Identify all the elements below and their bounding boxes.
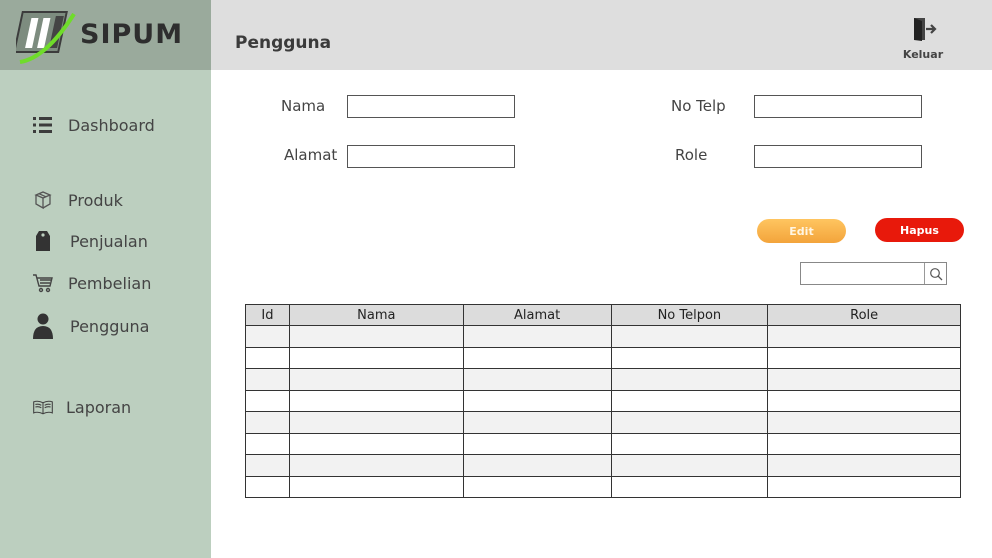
sidebar-item-label: Laporan: [66, 397, 132, 417]
table-row[interactable]: [245, 389, 961, 412]
table-header-row: Id Nama Alamat No Telpon Role: [245, 304, 961, 326]
page-title: Pengguna: [235, 33, 332, 53]
sidebar-item-label: Pengguna: [70, 316, 150, 336]
table-cell: [767, 325, 961, 348]
table-cell: [767, 389, 961, 412]
edit-button[interactable]: Edit: [757, 219, 846, 243]
table-cell: [462, 325, 612, 348]
table-cell: [767, 432, 961, 455]
table-row[interactable]: [245, 454, 961, 477]
alamat-field[interactable]: [347, 145, 515, 168]
sidebar-item-label: Dashboard: [68, 115, 155, 135]
table-row[interactable]: [245, 411, 961, 434]
sidebar: SIPUM Dashboard Produk Penjualan Pembeli…: [0, 0, 211, 558]
header: Pengguna Keluar: [211, 0, 992, 70]
table-cell: [462, 432, 612, 455]
table-cell: [245, 475, 290, 498]
table-row[interactable]: [245, 475, 961, 498]
table-cell: [767, 411, 961, 434]
column-header-id[interactable]: Id: [245, 304, 290, 326]
table-cell: [462, 389, 612, 412]
column-header-role[interactable]: Role: [767, 304, 961, 326]
table-cell: [245, 368, 290, 391]
table-cell: [288, 454, 464, 477]
user-icon: [32, 313, 54, 339]
table-row[interactable]: [245, 368, 961, 391]
table-cell: [245, 389, 290, 412]
app-name: SIPUM: [80, 19, 184, 50]
role-field[interactable]: [754, 145, 922, 168]
column-header-no-telpon[interactable]: No Telpon: [610, 304, 769, 326]
table-cell: [610, 432, 769, 455]
cart-icon: [32, 272, 54, 294]
table-cell: [767, 368, 961, 391]
table-cell: [610, 411, 769, 434]
search-icon[interactable]: [924, 263, 946, 284]
search-input[interactable]: [801, 263, 925, 284]
telp-label: No Telp: [671, 97, 726, 115]
box-icon: [32, 189, 54, 211]
table-cell: [610, 346, 769, 369]
sidebar-item-pembelian[interactable]: Pembelian: [32, 270, 151, 296]
table-cell: [462, 454, 612, 477]
table-cell: [767, 454, 961, 477]
telp-field[interactable]: [754, 95, 922, 118]
table-row[interactable]: [245, 346, 961, 369]
sidebar-item-label: Penjualan: [70, 231, 148, 251]
table-cell: [245, 432, 290, 455]
table-cell: [288, 432, 464, 455]
sidebar-item-laporan[interactable]: Laporan: [32, 394, 131, 420]
sidebar-item-pengguna[interactable]: Pengguna: [32, 313, 149, 339]
logout-label: Keluar: [902, 48, 944, 61]
hapus-button[interactable]: Hapus: [875, 218, 964, 242]
table-cell: [288, 389, 464, 412]
table-cell: [610, 325, 769, 348]
logo: SIPUM: [0, 0, 211, 70]
alamat-label: Alamat: [284, 146, 338, 164]
nama-label: Nama: [281, 97, 326, 115]
table-cell: [288, 346, 464, 369]
user-table: Id Nama Alamat No Telpon Role: [245, 304, 961, 498]
column-header-alamat[interactable]: Alamat: [462, 304, 612, 326]
table-cell: [288, 411, 464, 434]
sidebar-item-label: Pembelian: [68, 273, 152, 293]
table-cell: [610, 389, 769, 412]
table-cell: [288, 325, 464, 348]
table-cell: [245, 346, 290, 369]
table-cell: [462, 346, 612, 369]
table-cell: [245, 411, 290, 434]
table-cell: [288, 475, 464, 498]
table-cell: [288, 368, 464, 391]
tag-icon: [32, 230, 54, 252]
table-cell: [245, 454, 290, 477]
table-cell: [767, 475, 961, 498]
book-icon: [32, 396, 54, 418]
column-header-nama[interactable]: Nama: [288, 304, 464, 326]
role-label: Role: [675, 146, 708, 164]
table-cell: [767, 346, 961, 369]
list-icon: [32, 114, 54, 136]
table-cell: [245, 325, 290, 348]
table-row[interactable]: [245, 325, 961, 348]
table-cell: [462, 411, 612, 434]
sidebar-item-penjualan[interactable]: Penjualan: [32, 228, 148, 254]
sidebar-item-produk[interactable]: Produk: [32, 187, 123, 213]
table-row[interactable]: [245, 432, 961, 455]
table-cell: [610, 475, 769, 498]
sidebar-item-label: Produk: [68, 190, 123, 210]
logo-icon: [16, 11, 76, 64]
table-cell: [462, 368, 612, 391]
logout-button[interactable]: Keluar: [891, 16, 955, 61]
sidebar-item-dashboard[interactable]: Dashboard: [32, 112, 155, 138]
search-box: [800, 262, 947, 285]
nama-field[interactable]: [347, 95, 515, 118]
exit-icon: [914, 18, 937, 41]
table-cell: [610, 368, 769, 391]
table-cell: [462, 475, 612, 498]
table-cell: [610, 454, 769, 477]
